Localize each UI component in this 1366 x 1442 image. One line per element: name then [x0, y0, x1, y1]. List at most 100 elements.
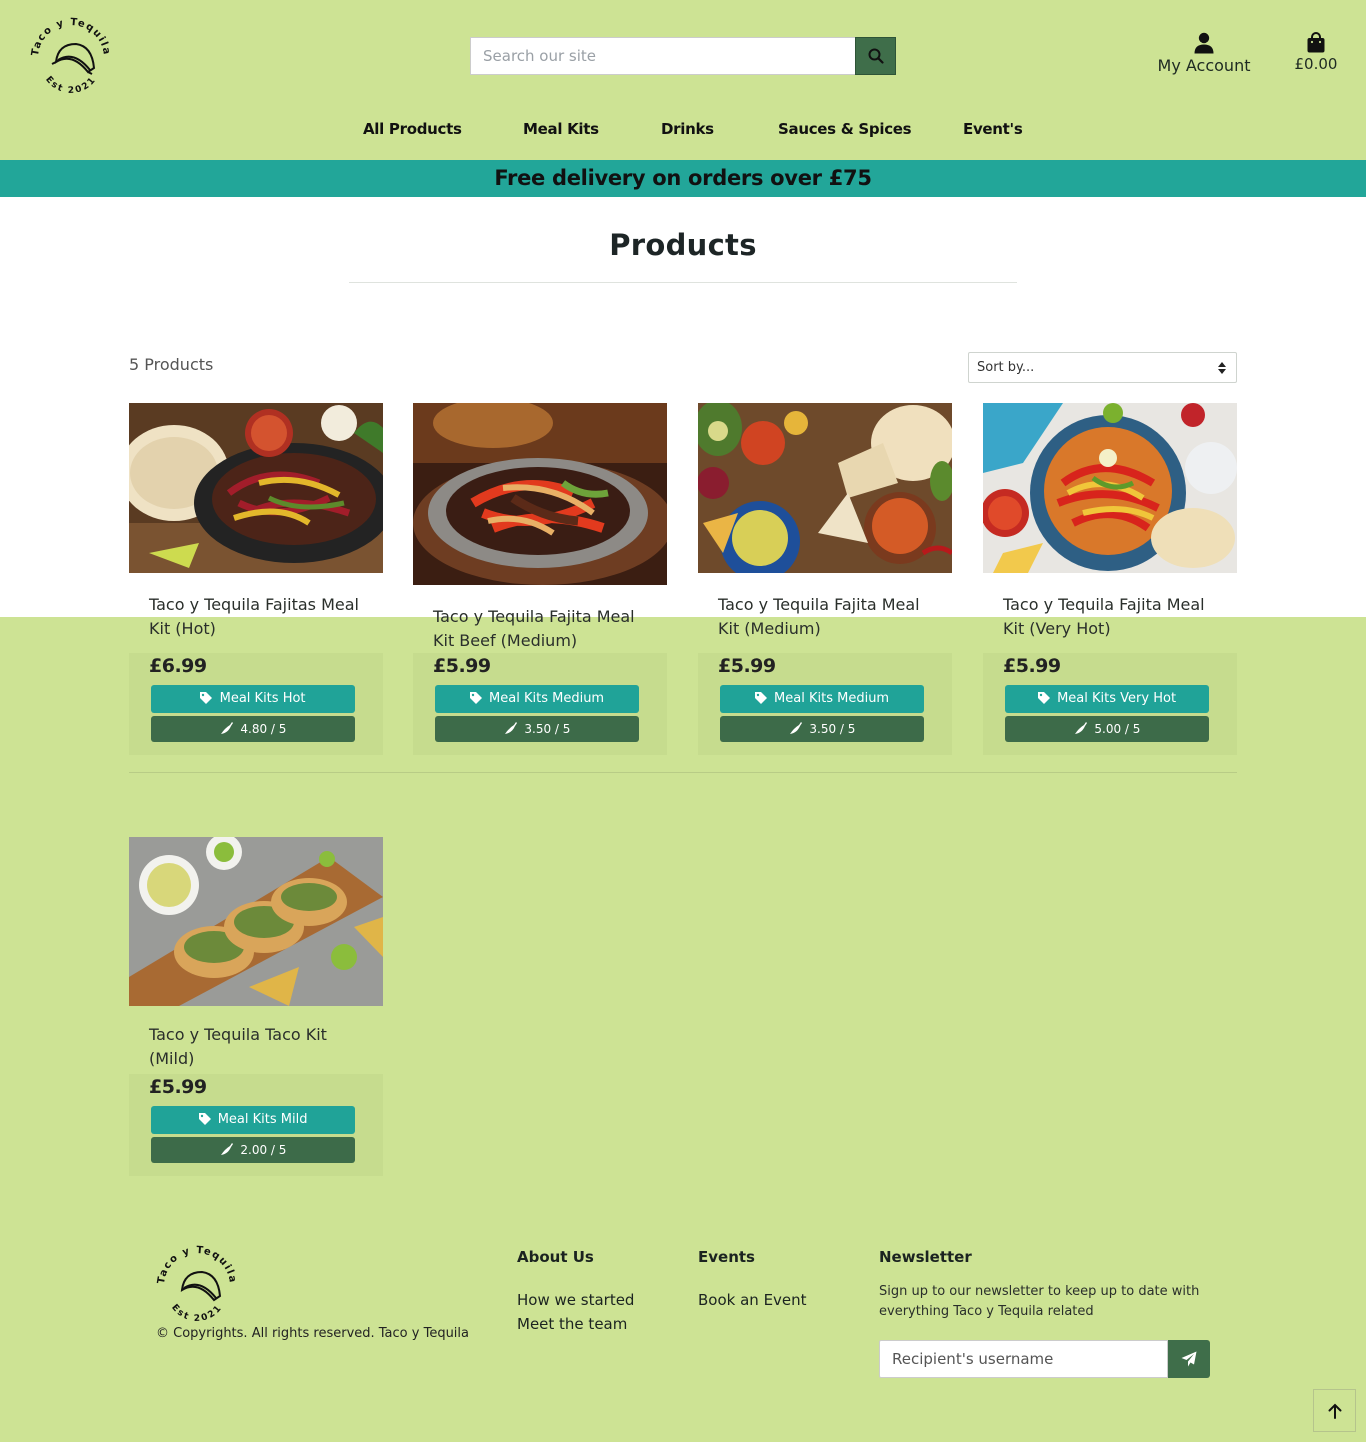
product-name[interactable]: Taco y Tequila Fajita Meal Kit (Medium): [698, 593, 952, 641]
product-rating: 3.50 / 5: [435, 716, 639, 742]
tag-icon: [198, 1113, 211, 1125]
nav-sauces-spices[interactable]: Sauces & Spices: [778, 120, 912, 138]
rating-value: 3.50 / 5: [524, 722, 571, 736]
product-card[interactable]: Taco y Tequila Fajita Meal Kit Beef (Med…: [413, 403, 667, 755]
svg-text:Taco y Tequila: Taco y Tequila: [30, 17, 112, 57]
copyright-text: © Copyrights. All rights reserved. Taco …: [156, 1326, 469, 1341]
footer-about-title: About Us: [517, 1248, 594, 1266]
product-price: £5.99: [149, 1076, 207, 1098]
title-divider: [349, 282, 1017, 283]
arrow-up-icon: [1328, 1403, 1341, 1419]
taco-y-tequila-logo[interactable]: Taco y Tequila Est 2021: [28, 14, 114, 98]
rating-value: 5.00 / 5: [1094, 722, 1141, 736]
chili-pepper-icon: [220, 722, 233, 734]
category-label: Meal Kits Very Hot: [1057, 691, 1177, 706]
product-card[interactable]: Taco y Tequila Taco Kit (Mild) £5.99 Mea…: [129, 837, 383, 1176]
cart-total: £0.00: [1294, 55, 1338, 73]
cart-link[interactable]: £0.00: [1290, 32, 1342, 73]
footer-logo: Taco y Tequila Est 2021: [154, 1242, 240, 1326]
footer-link-meet-the-team[interactable]: Meet the team: [517, 1312, 634, 1336]
product-footer: £5.99 Meal Kits Very Hot 5.00 / 5: [983, 653, 1237, 755]
footer-events-title: Events: [698, 1248, 755, 1266]
fajita-spread-image[interactable]: [698, 403, 952, 573]
footer-link-book-event[interactable]: Book an Event: [698, 1288, 807, 1312]
svg-text:Taco y Tequila: Taco y Tequila: [156, 1245, 238, 1285]
product-rating: 5.00 / 5: [1005, 716, 1209, 742]
site-header: Taco y Tequila Est 2021 My Account: [0, 0, 1366, 160]
category-label: Meal Kits Medium: [489, 691, 605, 706]
rating-value: 3.50 / 5: [809, 722, 856, 736]
product-card[interactable]: Taco y Tequila Fajita Meal Kit (Very Hot…: [983, 403, 1237, 755]
newsletter-input[interactable]: [879, 1340, 1168, 1378]
product-category-tag[interactable]: Meal Kits Medium: [720, 685, 924, 713]
product-footer: £5.99 Meal Kits Medium 3.50 / 5: [413, 653, 667, 755]
my-account-link[interactable]: My Account: [1148, 32, 1260, 75]
chili-pepper-icon: [504, 722, 517, 734]
product-footer: £6.99 Meal Kits Hot 4.80 / 5: [129, 653, 383, 755]
fajitas-skillet-image[interactable]: [129, 403, 383, 573]
svg-text:Est 2021: Est 2021: [43, 75, 99, 96]
product-price: £6.99: [149, 655, 207, 677]
free-delivery-banner: Free delivery on orders over £75: [0, 160, 1366, 197]
sort-arrows-icon: [1218, 362, 1226, 374]
row-divider: [129, 772, 1237, 773]
product-price: £5.99: [1003, 655, 1061, 677]
footer-newsletter: Newsletter Sign up to our newsletter to …: [879, 1248, 1219, 1322]
rating-value: 4.80 / 5: [240, 722, 287, 736]
product-count: 5 Products: [129, 355, 214, 374]
shopping-bag-icon: [1307, 32, 1325, 53]
nav-drinks[interactable]: Drinks: [661, 120, 714, 138]
sort-label: Sort by...: [977, 360, 1035, 375]
tag-icon: [1037, 692, 1050, 704]
footer-newsletter-title: Newsletter: [879, 1248, 972, 1266]
product-category-tag[interactable]: Meal Kits Hot: [151, 685, 355, 713]
product-category-tag[interactable]: Meal Kits Mild: [151, 1106, 355, 1134]
chili-pepper-icon: [1074, 722, 1087, 734]
back-to-top-button[interactable]: [1313, 1389, 1356, 1432]
footer-link-how-we-started[interactable]: How we started: [517, 1288, 634, 1312]
product-name[interactable]: Taco y Tequila Fajita Meal Kit (Very Hot…: [983, 593, 1237, 641]
paper-plane-icon: [1181, 1351, 1197, 1367]
svg-text:Est 2021: Est 2021: [169, 1303, 225, 1324]
product-name[interactable]: Taco y Tequila Taco Kit (Mild): [129, 1023, 383, 1071]
nav-meal-kits[interactable]: Meal Kits: [523, 120, 599, 138]
page-title: Products: [609, 228, 757, 262]
category-label: Meal Kits Medium: [774, 691, 890, 706]
nav-all-products[interactable]: All Products: [363, 120, 462, 138]
beef-fajita-image[interactable]: [413, 403, 667, 585]
tag-icon: [469, 692, 482, 704]
search-icon: [868, 48, 884, 64]
product-price: £5.99: [433, 655, 491, 677]
product-rating: 3.50 / 5: [720, 716, 924, 742]
product-footer: £5.99 Meal Kits Medium 3.50 / 5: [698, 653, 952, 755]
sort-select[interactable]: Sort by...: [968, 352, 1237, 383]
category-label: Meal Kits Mild: [217, 1112, 308, 1127]
main-nav: All Products Meal Kits Drinks Sauces & S…: [0, 120, 1366, 146]
product-card[interactable]: Taco y Tequila Fajitas Meal Kit (Hot) £6…: [129, 403, 383, 755]
rating-value: 2.00 / 5: [240, 1143, 287, 1157]
product-category-tag[interactable]: Meal Kits Very Hot: [1005, 685, 1209, 713]
chili-pepper-icon: [789, 722, 802, 734]
site-search: [470, 37, 896, 75]
product-category-tag[interactable]: Meal Kits Medium: [435, 685, 639, 713]
product-name[interactable]: Taco y Tequila Fajitas Meal Kit (Hot): [129, 593, 383, 641]
footer-events: Events Book an Event: [698, 1248, 807, 1312]
newsletter-description: Sign up to our newsletter to keep up to …: [879, 1284, 1200, 1319]
product-footer: £5.99 Meal Kits Mild 2.00 / 5: [129, 1074, 383, 1176]
footer-about: About Us How we started Meet the team: [517, 1248, 634, 1336]
newsletter-form: [879, 1340, 1210, 1378]
category-label: Meal Kits Hot: [219, 691, 306, 706]
chili-pepper-icon: [220, 1143, 233, 1155]
search-button[interactable]: [855, 37, 896, 75]
product-card[interactable]: Taco y Tequila Fajita Meal Kit (Medium) …: [698, 403, 952, 755]
product-name[interactable]: Taco y Tequila Fajita Meal Kit Beef (Med…: [413, 605, 667, 653]
product-rating: 4.80 / 5: [151, 716, 355, 742]
product-rating: 2.00 / 5: [151, 1137, 355, 1163]
fajita-pan-image[interactable]: [983, 403, 1237, 573]
nav-events[interactable]: Event's: [963, 120, 1023, 138]
tacos-board-image[interactable]: [129, 837, 383, 1006]
user-icon: [1194, 32, 1214, 54]
search-input[interactable]: [470, 37, 855, 75]
product-price: £5.99: [718, 655, 776, 677]
newsletter-submit-button[interactable]: [1168, 1340, 1210, 1378]
